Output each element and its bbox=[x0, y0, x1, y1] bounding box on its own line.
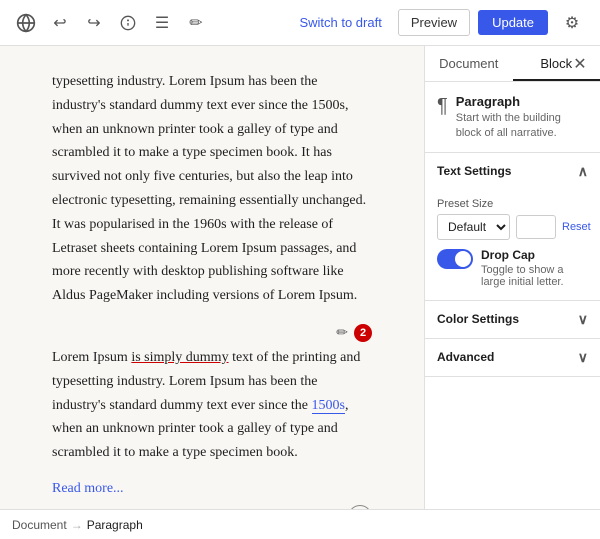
block-desc: Start with the building block of all nar… bbox=[456, 111, 588, 142]
add-block-button[interactable]: + bbox=[348, 505, 372, 509]
breadcrumb-document[interactable]: Document bbox=[12, 518, 67, 532]
text-settings-section: Text Settings ∧ Preset Size Default Rese… bbox=[425, 153, 600, 301]
paragraph2-pre: Lorem Ipsum bbox=[52, 350, 131, 365]
drop-cap-desc: Toggle to show a large initial letter. bbox=[481, 264, 588, 288]
paragraph2-underline: is simply dummy bbox=[131, 350, 228, 365]
paragraph-2: Lorem Ipsum is simply dummy text of the … bbox=[52, 346, 372, 465]
drop-cap-label: Drop Cap bbox=[481, 248, 588, 262]
toggle-knob bbox=[455, 251, 471, 267]
text-settings-label: Text Settings bbox=[437, 164, 511, 178]
drop-cap-row: Drop Cap Toggle to show a large initial … bbox=[437, 248, 588, 288]
advanced-section: Advanced ∨ bbox=[425, 339, 600, 377]
switch-draft-button[interactable]: Switch to draft bbox=[291, 11, 389, 34]
sidebar: Document Block ✕ ¶ Paragraph Start with … bbox=[424, 46, 600, 509]
advanced-header[interactable]: Advanced ∨ bbox=[425, 339, 600, 376]
text-settings-header[interactable]: Text Settings ∧ bbox=[425, 153, 600, 190]
preset-size-label: Preset Size bbox=[437, 198, 588, 210]
block-name: Paragraph bbox=[456, 94, 588, 109]
wordpress-icon[interactable] bbox=[12, 9, 40, 37]
block-info: ¶ Paragraph Start with the building bloc… bbox=[425, 82, 600, 153]
preset-size-select[interactable]: Default bbox=[437, 214, 510, 240]
breadcrumb: Document → Paragraph bbox=[0, 509, 600, 539]
editor-area: typesetting industry. Lorem Ipsum has be… bbox=[0, 46, 424, 509]
text-settings-chevron-icon: ∧ bbox=[578, 163, 588, 180]
block-text: Paragraph Start with the building block … bbox=[456, 94, 588, 142]
pencil-icon[interactable]: ✏ bbox=[336, 324, 348, 341]
main-area: typesetting industry. Lorem Ipsum has be… bbox=[0, 46, 600, 509]
toolbar-left: ↩ ↪ ☰ ✏ bbox=[12, 9, 210, 37]
paragraph-block-icon: ¶ bbox=[437, 95, 448, 118]
custom-size-input[interactable] bbox=[516, 215, 556, 239]
editor-content: typesetting industry. Lorem Ipsum has be… bbox=[52, 70, 372, 509]
reset-button[interactable]: Reset bbox=[562, 221, 591, 233]
edit-row: ✏ 2 bbox=[52, 324, 372, 342]
breadcrumb-paragraph[interactable]: Paragraph bbox=[87, 518, 143, 532]
color-settings-section: Color Settings ∨ bbox=[425, 301, 600, 339]
drop-cap-text: Drop Cap Toggle to show a large initial … bbox=[481, 248, 588, 288]
tab-document[interactable]: Document bbox=[425, 46, 513, 81]
preset-size-row: Default Reset bbox=[437, 214, 588, 240]
settings-icon[interactable]: ⚙ bbox=[556, 7, 588, 39]
advanced-chevron-icon: ∨ bbox=[578, 349, 588, 366]
undo-icon[interactable]: ↩ bbox=[46, 9, 74, 37]
advanced-label: Advanced bbox=[437, 350, 494, 364]
toolbar: ↩ ↪ ☰ ✏ Switch to draft Preview Update ⚙ bbox=[0, 0, 600, 46]
breadcrumb-separator: → bbox=[71, 518, 83, 532]
info-icon[interactable] bbox=[114, 9, 142, 37]
color-settings-label: Color Settings bbox=[437, 312, 519, 326]
paragraph2-link[interactable]: 1500s bbox=[312, 398, 345, 414]
tab-indicator bbox=[513, 79, 600, 81]
color-settings-header[interactable]: Color Settings ∨ bbox=[425, 301, 600, 338]
paragraph-1: typesetting industry. Lorem Ipsum has be… bbox=[52, 70, 372, 308]
close-icon[interactable]: ✕ bbox=[568, 52, 592, 76]
add-block-area: + bbox=[52, 505, 372, 509]
list-icon[interactable]: ☰ bbox=[148, 9, 176, 37]
preview-button[interactable]: Preview bbox=[398, 9, 470, 36]
text-settings-body: Preset Size Default Reset Drop Cap Toggl… bbox=[425, 190, 600, 300]
color-settings-chevron-icon: ∨ bbox=[578, 311, 588, 328]
redo-icon[interactable]: ↪ bbox=[80, 9, 108, 37]
toolbar-right: Switch to draft Preview Update ⚙ bbox=[291, 7, 588, 39]
edit-count-badge: 2 bbox=[354, 324, 372, 342]
drop-cap-toggle[interactable] bbox=[437, 249, 473, 269]
update-button[interactable]: Update bbox=[478, 10, 548, 35]
read-more-link[interactable]: Read more... bbox=[52, 481, 372, 497]
sidebar-tabs: Document Block ✕ bbox=[425, 46, 600, 82]
edit-icon[interactable]: ✏ bbox=[182, 9, 210, 37]
